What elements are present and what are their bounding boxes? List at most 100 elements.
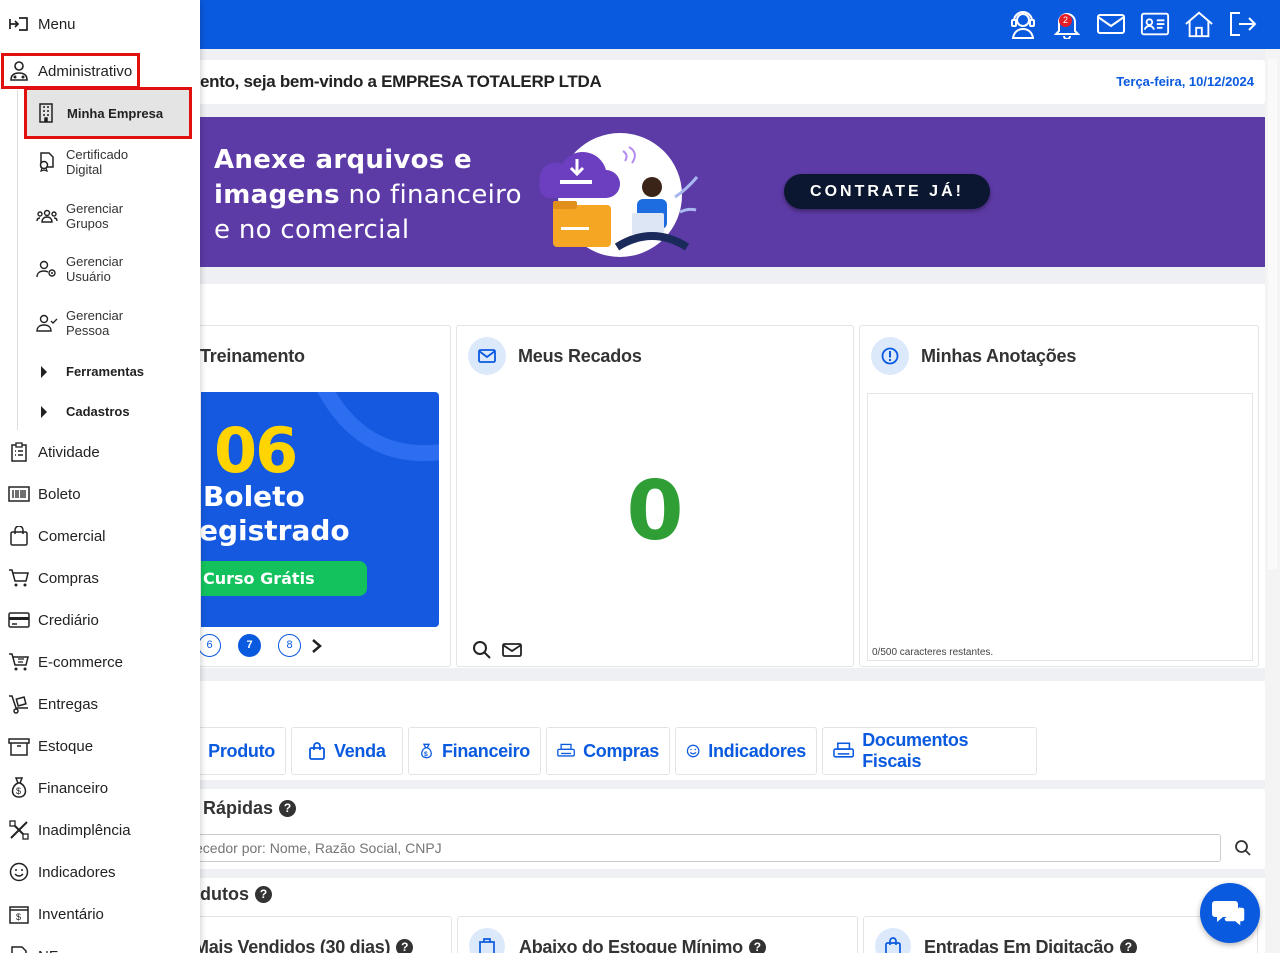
quick-search-title-text: Rápidas <box>203 798 274 818</box>
cloud-illustration-icon <box>539 133 699 257</box>
pessoa-line-2: Pessoa <box>66 323 110 338</box>
banner-line-2: imagens no financeiro <box>214 178 522 213</box>
training-thumbnail[interactable]: 06 Boleto egistrado Curso Grátis <box>201 392 439 627</box>
comercial-label: Comercial <box>38 527 106 545</box>
sidebar-item-estoque[interactable]: Estoque <box>0 726 200 766</box>
dolly-icon <box>9 695 28 714</box>
notification-badge: 2 <box>1059 14 1072 27</box>
caret-right-icon <box>41 365 47 378</box>
sidebar-item-atividade[interactable]: Atividade <box>0 432 200 472</box>
training-title: Treinamento <box>200 346 305 366</box>
sidebar-sub-gerenciar-grupos[interactable]: Gerenciar Grupos <box>28 201 198 231</box>
grupos-label: Gerenciar Grupos <box>66 201 123 231</box>
sidebar-sub-certificado-digital[interactable]: Certificado Digital <box>28 147 198 177</box>
tab-indicadores-label: Indicadores <box>708 740 806 761</box>
sidebar-item-indicadores[interactable]: Indicadores <box>0 852 200 892</box>
training-pager: 6 7 8 <box>198 634 322 657</box>
svg-text:$: $ <box>16 786 21 796</box>
notes-textarea[interactable]: 0/500 caracteres restantes. <box>867 393 1253 661</box>
page-7-button[interactable]: 7 <box>238 634 261 657</box>
atividade-label: Atividade <box>38 443 100 461</box>
caret-right-icon <box>41 405 47 418</box>
certificado-label: Certificado Digital <box>66 147 128 177</box>
tab-financeiro[interactable]: $ Financeiro <box>408 727 541 775</box>
sidebar-sub-cadastros[interactable]: Cadastros <box>40 404 130 419</box>
tab-documentos-fiscais[interactable]: Documentos Fiscais <box>822 727 1037 775</box>
contract-button[interactable]: CONTRATE JÁ! <box>784 174 990 209</box>
page-6-button[interactable]: 6 <box>198 634 221 657</box>
bell-icon[interactable]: 2 <box>1052 7 1082 41</box>
sidebar-item-comercial[interactable]: Comercial <box>0 516 200 556</box>
users-group-icon <box>36 209 58 223</box>
sidebar-item-inadimplencia[interactable]: Inadimplência <box>0 810 200 850</box>
usuario-line-2: Usuário <box>66 269 111 284</box>
sidebar-item-entregas[interactable]: Entregas <box>0 684 200 724</box>
certificado-line-1: Certificado <box>66 147 129 162</box>
envelope-icon <box>468 337 506 375</box>
home-icon[interactable] <box>1184 7 1214 41</box>
logout-icon[interactable] <box>1228 7 1258 41</box>
scrollbar-thumb[interactable] <box>1268 59 1277 569</box>
financeiro-label: Financeiro <box>38 779 109 797</box>
training-line-1: Boleto <box>203 480 305 513</box>
top-actions: 2 <box>1008 7 1258 41</box>
mail-icon[interactable] <box>1096 7 1126 41</box>
banner-text: Anexe arquivos e imagens no financeiro e… <box>214 143 522 248</box>
tab-produto-label: Produto <box>208 740 275 761</box>
compose-mail-icon[interactable] <box>502 642 522 658</box>
supplier-search-input[interactable] <box>190 834 1221 862</box>
tab-compras[interactable]: Compras <box>546 727 670 775</box>
page-scrollbar[interactable] <box>1265 49 1280 953</box>
chevron-right-icon[interactable] <box>310 638 322 654</box>
quick-search-title: Rápidas ? <box>203 798 297 819</box>
help-icon[interactable]: ? <box>255 886 272 903</box>
low-stock-card: Abaixo do Estoque Mínimo ? <box>457 916 858 953</box>
tab-venda[interactable]: Venda <box>291 727 403 775</box>
inventario-label: Inventário <box>38 905 104 923</box>
page-8-button[interactable]: 8 <box>278 634 301 657</box>
training-card: Treinamento 06 Boleto egistrado Curso Gr… <box>180 325 451 667</box>
sidebar-item-crediario[interactable]: Crediário <box>0 600 200 640</box>
promo-banner[interactable]: Anexe arquivos e imagens no financeiro e… <box>190 117 1265 267</box>
cash-register-icon: $ <box>9 906 29 924</box>
boleto-label: Boleto <box>38 485 81 503</box>
sidebar-menu-toggle[interactable]: Menu <box>0 4 200 44</box>
best-sellers-title: Mais Vendidos (30 dias) ? <box>194 937 414 953</box>
certificado-line-2: Digital <box>66 162 103 177</box>
free-course-button[interactable]: Curso Grátis <box>201 561 367 596</box>
messages-title: Meus Recados <box>518 346 642 366</box>
best-sellers-card: Mais Vendidos (30 dias) ? <box>180 916 452 953</box>
help-icon[interactable]: ? <box>279 800 297 817</box>
highlight-minha-empresa <box>24 87 192 139</box>
help-icon[interactable]: ? <box>748 939 766 953</box>
money-bag-icon: $ <box>11 777 27 798</box>
tab-financeiro-label: Financeiro <box>441 740 530 761</box>
chat-button[interactable] <box>1200 883 1260 943</box>
svg-text:$: $ <box>16 912 21 922</box>
usuario-label: Gerenciar Usuário <box>66 254 123 284</box>
help-icon[interactable]: ? <box>396 939 414 953</box>
box-icon <box>469 928 505 953</box>
sidebar-item-boleto[interactable]: Boleto <box>0 474 200 514</box>
sidebar-sub-ferramentas[interactable]: Ferramentas <box>40 364 144 379</box>
help-icon[interactable]: ? <box>1119 939 1137 953</box>
sidebar-sub-gerenciar-usuario[interactable]: Gerenciar Usuário <box>28 254 198 284</box>
pessoa-label: Gerenciar Pessoa <box>66 308 123 338</box>
search-icon[interactable] <box>1234 839 1252 857</box>
tab-indicadores[interactable]: Indicadores <box>675 727 817 775</box>
money-bag-icon: $ <box>421 743 432 759</box>
sidebar-item-nf[interactable]: NF <box>0 936 200 953</box>
search-icon[interactable] <box>472 640 492 660</box>
nf-label: NF <box>38 948 58 953</box>
sidebar-item-compras[interactable]: Compras <box>0 558 200 598</box>
products-title-text: dutos <box>200 884 249 904</box>
id-card-icon[interactable] <box>1140 7 1170 41</box>
sidebar-item-inventario[interactable]: $ Inventário <box>0 894 200 934</box>
sidebar-sub-gerenciar-pessoa[interactable]: Gerenciar Pessoa <box>28 308 198 338</box>
messages-card: Meus Recados 0 <box>456 325 854 667</box>
sidebar-item-ecommerce[interactable]: E-commerce <box>0 642 200 682</box>
tab-documentos-fiscais-label: Documentos Fiscais <box>862 730 969 771</box>
sidebar-item-financeiro[interactable]: $ Financeiro <box>0 768 200 808</box>
support-agent-icon[interactable] <box>1008 7 1038 41</box>
inadimplencia-label: Inadimplência <box>38 821 131 839</box>
